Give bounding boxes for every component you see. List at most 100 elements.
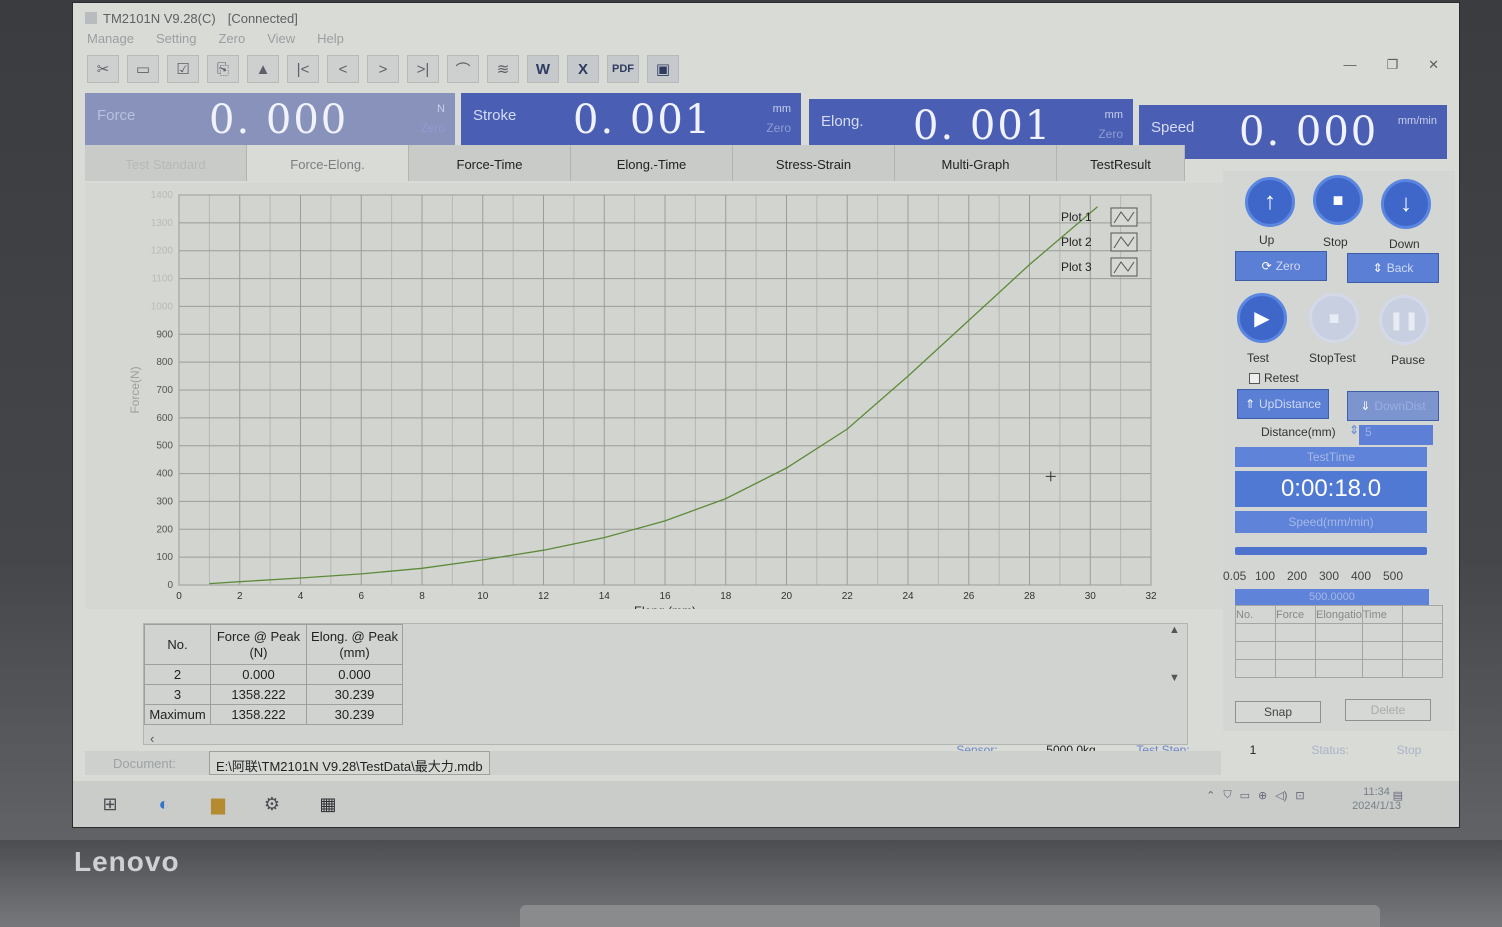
volume-icon[interactable]: ◁) xyxy=(1275,789,1287,802)
elong-label: Elong. xyxy=(821,113,864,130)
prev-icon[interactable]: < xyxy=(327,55,359,83)
y-tick-label: 1400 xyxy=(151,190,174,201)
word-icon[interactable]: W xyxy=(527,55,559,83)
x-tick-label: 26 xyxy=(963,591,975,602)
snap-col-no: No. xyxy=(1235,605,1276,624)
y-tick-label: 800 xyxy=(156,357,173,368)
col-elong-peak: Elong. @ Peak (mm) xyxy=(306,624,403,665)
back-button[interactable]: ⇕ Back xyxy=(1347,253,1439,283)
legend-label: Plot 2 xyxy=(1061,235,1092,249)
settings-gear-icon[interactable]: ⚙ xyxy=(259,791,285,817)
laptop-brand-logo: Lenovo xyxy=(74,846,180,877)
table-row[interactable]: Maximum 1358.222 30.239 xyxy=(144,704,403,725)
snap-col-force: Force xyxy=(1275,605,1316,624)
copy-icon[interactable]: ⎘ xyxy=(207,55,239,83)
x-tick-label: 20 xyxy=(781,591,793,602)
speed-scale: 0.05 100 200 300 400 500 xyxy=(1223,569,1415,583)
x-tick-label: 30 xyxy=(1085,591,1097,602)
distance-input[interactable]: 5 xyxy=(1359,425,1433,445)
defender-icon[interactable]: ⛉ xyxy=(1223,789,1231,802)
pdf-icon[interactable]: PDF xyxy=(607,55,639,83)
minimize-icon[interactable]: — xyxy=(1343,57,1356,73)
view-tabs: Test Standard Force-Elong. Force-Time El… xyxy=(85,145,1185,181)
force-label: Force xyxy=(97,107,136,124)
back-icon: ⇕ xyxy=(1372,261,1383,275)
close-icon[interactable]: ✕ xyxy=(1428,57,1439,73)
screen-icon[interactable]: ▣ xyxy=(647,55,679,83)
table-row[interactable]: 3 1358.222 30.239 xyxy=(144,684,403,705)
force-elong-chart[interactable]: 0 2 4 6 8 10 12 14 16 18 20 22 24 26 28 30 3201002003004… xyxy=(85,183,1223,609)
updistance-button[interactable]: ⇑ UpDistance xyxy=(1237,389,1329,419)
network-icon[interactable]: ⊕ xyxy=(1258,789,1267,802)
file-explorer-icon[interactable]: ▆ xyxy=(205,791,231,817)
x-tick-label: 0 xyxy=(176,591,182,602)
x-tick-label: 14 xyxy=(599,591,611,602)
stoptest-label: StopTest xyxy=(1309,351,1356,365)
up-arrow-icon[interactable]: ↑ xyxy=(1245,177,1295,227)
save-icon[interactable]: ▭ xyxy=(127,55,159,83)
stroke-value: 0. 001 xyxy=(573,97,713,143)
down-arrow-icon[interactable]: ↓ xyxy=(1381,179,1431,229)
cell-force: 1358.222 xyxy=(210,704,307,725)
edge-browser-icon[interactable]: ◐ xyxy=(151,791,177,817)
control-panel: ↑ ■ ↓ Up Stop Down ⟳ Zero ⇕ Back ▶ ■ ❚❚ … xyxy=(1223,171,1455,731)
tab-stress-strain[interactable]: Stress-Strain xyxy=(733,145,895,181)
next-icon[interactable]: > xyxy=(367,55,399,83)
sample-icon[interactable]: ▲ xyxy=(247,55,279,83)
elong-zero-button[interactable]: Zero xyxy=(1098,127,1123,141)
clock[interactable]: 11:34 2024/1/13 xyxy=(1352,785,1401,813)
tab-force-time[interactable]: Force-Time xyxy=(409,145,571,181)
delete-button[interactable]: Delete xyxy=(1345,699,1431,721)
settings-icon[interactable]: ☑ xyxy=(167,55,199,83)
play-icon[interactable]: ▶ xyxy=(1237,293,1287,343)
zero-button[interactable]: ⟳ Zero xyxy=(1235,251,1327,281)
legend-swatch xyxy=(1110,207,1138,227)
y-tick-label: 900 xyxy=(156,329,173,340)
stop-circle-icon[interactable]: ■ xyxy=(1313,175,1363,225)
maximize-icon[interactable]: ❐ xyxy=(1386,57,1398,73)
stop-test-icon[interactable]: ■ xyxy=(1309,293,1359,343)
window-title: TM2101N V9.28(C) xyxy=(103,10,216,26)
tab-test-standard[interactable]: Test Standard xyxy=(85,145,247,181)
speed-slider[interactable] xyxy=(1235,547,1427,555)
stroke-zero-button[interactable]: Zero xyxy=(766,121,791,135)
tab-multi-graph[interactable]: Multi-Graph xyxy=(895,145,1057,181)
table-row[interactable]: 2 0.000 0.000 xyxy=(144,664,403,685)
menu-help[interactable]: Help xyxy=(317,31,344,46)
tab-force-elong[interactable]: Force-Elong. xyxy=(247,145,409,181)
checkbox-box[interactable] xyxy=(1249,372,1260,384)
speed-value-box[interactable]: 500.0000 xyxy=(1235,589,1429,605)
menu-view[interactable]: View xyxy=(267,31,295,46)
downdistance-button[interactable]: ⇓ DownDist xyxy=(1347,391,1439,421)
speed-unit: mm/min xyxy=(1397,115,1437,127)
curve-icon[interactable]: ⌒ xyxy=(447,55,479,83)
excel-icon[interactable]: X xyxy=(567,55,599,83)
menu-zero[interactable]: Zero xyxy=(218,31,245,46)
force-unit: N xyxy=(437,103,445,115)
x-tick-label: 24 xyxy=(902,591,914,602)
stop-label: Stop xyxy=(1323,235,1348,249)
pause-icon[interactable]: ❚❚ xyxy=(1379,295,1429,345)
windows-start-icon[interactable]: ⊞ xyxy=(97,791,123,817)
tab-elong-time[interactable]: Elong.-Time xyxy=(571,145,733,181)
last-icon[interactable]: >| xyxy=(407,55,439,83)
menu-setting[interactable]: Setting xyxy=(156,31,196,46)
tab-test-result[interactable]: TestResult xyxy=(1057,145,1185,181)
force-zero-button[interactable]: Zero xyxy=(420,121,445,135)
snap-col-elong: Elongatio xyxy=(1315,605,1363,624)
app-taskbar-icon[interactable]: ▦ xyxy=(315,791,341,817)
ime-icon[interactable]: ⊡ xyxy=(1295,789,1304,802)
chevron-up-icon[interactable]: ⌃ xyxy=(1206,789,1215,802)
app-icon xyxy=(85,12,97,24)
retest-checkbox[interactable]: Retest xyxy=(1249,371,1299,385)
multi-curve-icon[interactable]: ≋ xyxy=(487,55,519,83)
distance-spinner-icon[interactable]: ⇕ xyxy=(1349,423,1359,437)
y-tick-label: 1000 xyxy=(151,301,174,312)
first-icon[interactable]: |< xyxy=(287,55,319,83)
battery-icon[interactable]: ▭ xyxy=(1240,789,1250,802)
menu-manage[interactable]: Manage xyxy=(87,31,134,46)
status-value: Stop xyxy=(1396,743,1422,757)
open-icon[interactable]: ✂ xyxy=(87,55,119,83)
table-vertical-scrollbar[interactable]: ▲ ▼ xyxy=(1169,624,1181,714)
snap-button[interactable]: Snap xyxy=(1235,701,1321,723)
